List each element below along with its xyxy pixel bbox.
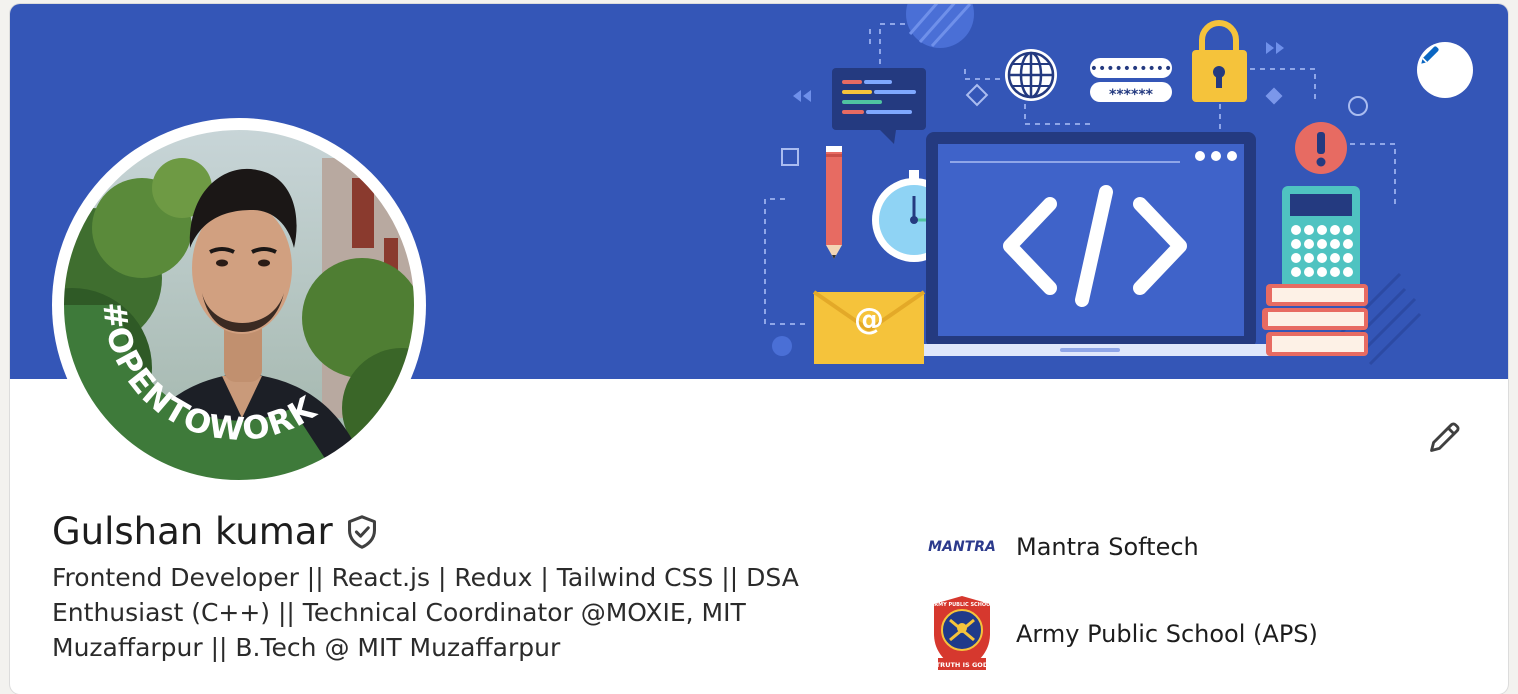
name-row: Gulshan kumar bbox=[52, 510, 379, 553]
profile-name: Gulshan kumar bbox=[52, 510, 333, 553]
pencil-icon bbox=[1421, 46, 1439, 64]
school-logo-text: ARMY PUBLIC SCHOOL bbox=[930, 602, 994, 608]
edit-profile-button[interactable] bbox=[1420, 412, 1470, 462]
pencil-icon bbox=[1430, 422, 1460, 452]
password-mask-2: ****** bbox=[1109, 87, 1154, 103]
profile-photo[interactable]: #OPENTOWORK bbox=[52, 118, 426, 492]
password-mask-1: •••••••••• bbox=[1090, 61, 1173, 77]
profile-card: •••••••••• ****** @ #OPENTOWORK Gulshan … bbox=[10, 4, 1508, 694]
education-school[interactable]: TRUTH IS GOD ARMY PUBLIC SCHOOL Army Pub… bbox=[924, 594, 1318, 674]
school-motto: TRUTH IS GOD bbox=[936, 661, 989, 669]
edit-banner-button[interactable] bbox=[1417, 42, 1473, 98]
army-public-school-logo: TRUTH IS GOD ARMY PUBLIC SCHOOL bbox=[930, 596, 994, 670]
profile-headline: Frontend Developer || React.js | Redux |… bbox=[52, 563, 799, 662]
mantra-softech-logo: MANTRA bbox=[928, 539, 996, 555]
school-name: Army Public School (APS) bbox=[1016, 620, 1318, 648]
current-company[interactable]: MANTRA Mantra Softech bbox=[924, 524, 1199, 570]
shield-check-icon[interactable] bbox=[345, 514, 379, 550]
company-name: Mantra Softech bbox=[1016, 533, 1199, 561]
avatar-image: #OPENTOWORK bbox=[58, 124, 420, 486]
email-at-symbol: @ bbox=[854, 302, 884, 337]
